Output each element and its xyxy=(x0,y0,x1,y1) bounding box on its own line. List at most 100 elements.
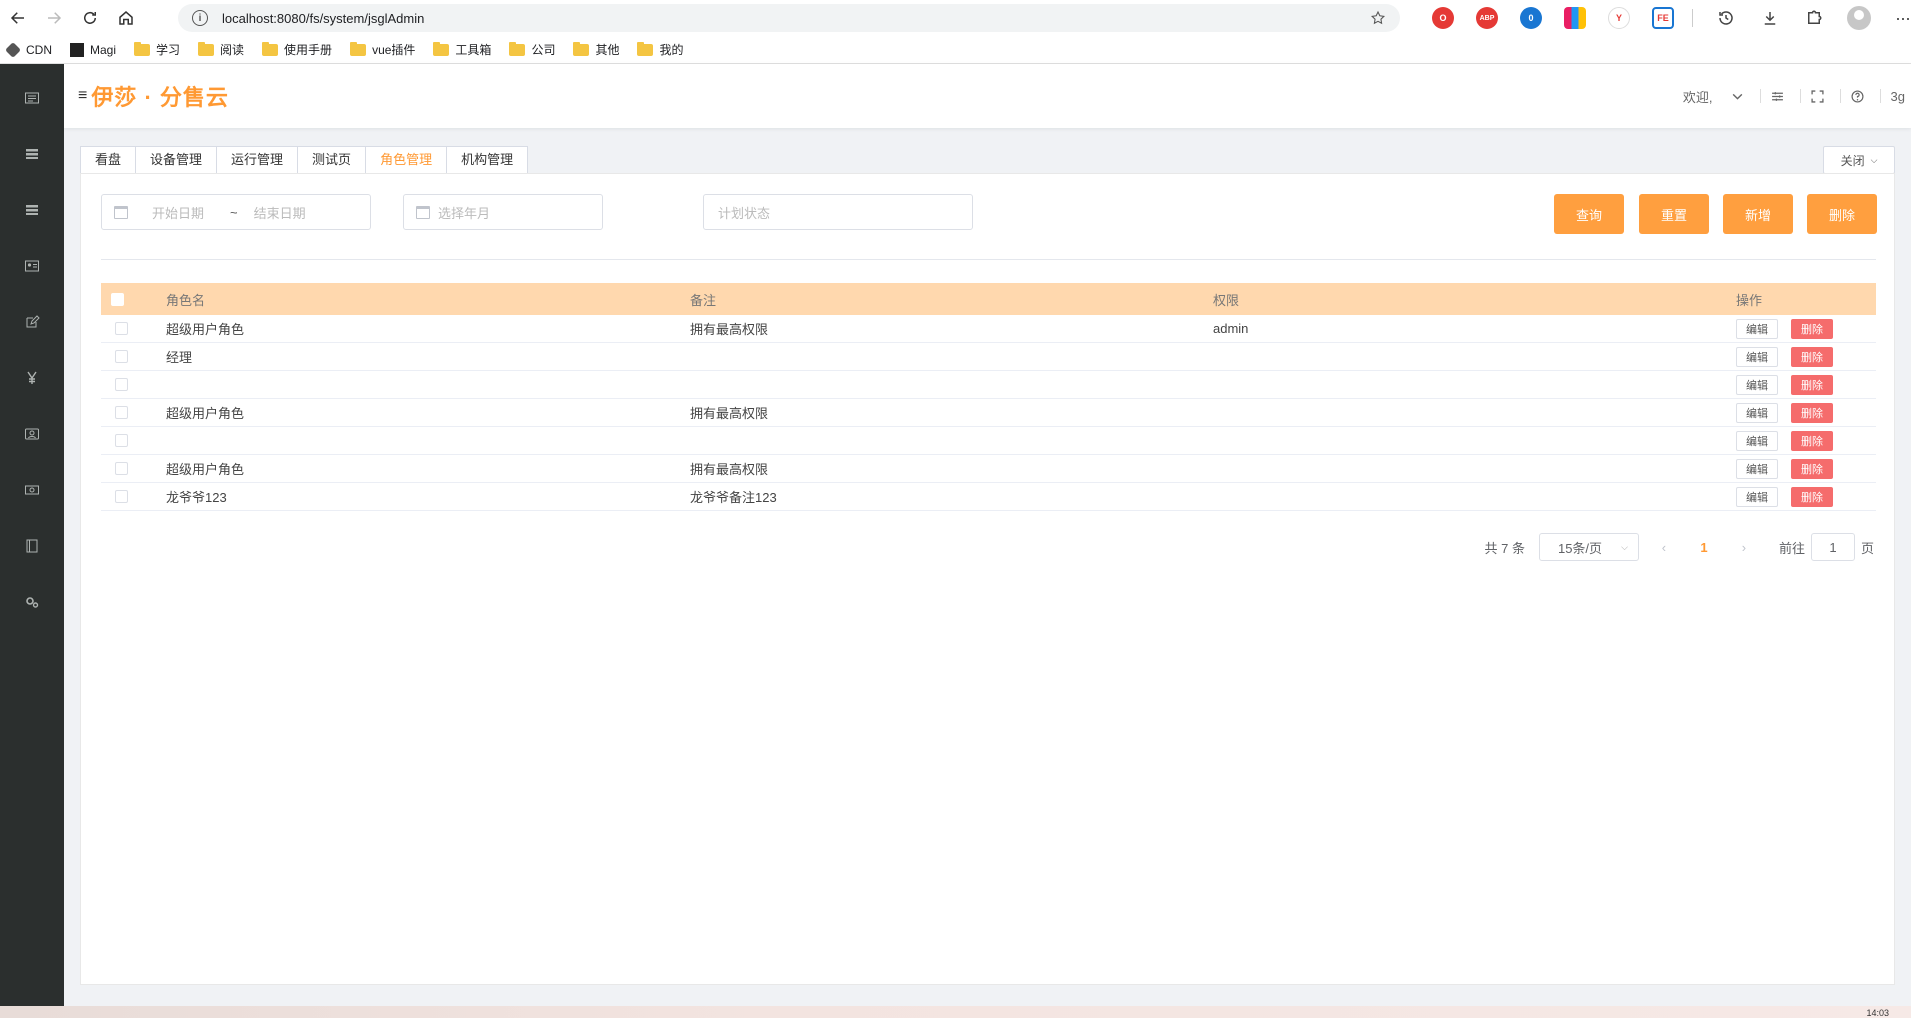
reset-button[interactable]: 重置 xyxy=(1639,194,1709,234)
extensions-button[interactable] xyxy=(1803,7,1825,29)
history-button[interactable] xyxy=(1715,7,1737,29)
bookmark-folder[interactable]: 我的 xyxy=(637,41,683,58)
row-select-cell xyxy=(111,399,128,426)
edit-button[interactable]: 编辑 xyxy=(1736,430,1778,451)
bookmark-folder[interactable]: vue插件 xyxy=(350,41,415,58)
tab-device-management[interactable]: 设备管理 xyxy=(136,146,218,174)
reload-button[interactable] xyxy=(72,0,108,36)
sidebar-item-settings[interactable] xyxy=(0,574,64,630)
bookmark-folder[interactable]: 阅读 xyxy=(198,41,244,58)
profile-avatar[interactable] xyxy=(1847,6,1871,30)
next-page-button[interactable]: › xyxy=(1729,540,1759,555)
delete-button[interactable]: 删除 xyxy=(1791,402,1833,423)
sidebar-item-book[interactable] xyxy=(0,518,64,574)
home-button[interactable] xyxy=(108,0,144,36)
prev-page-button[interactable]: ‹ xyxy=(1649,540,1679,555)
goto-page-input[interactable]: 1 xyxy=(1810,533,1855,561)
opera-extension-icon[interactable]: O xyxy=(1432,7,1454,29)
close-tabs-dropdown[interactable]: 关闭 ⌵ xyxy=(1823,146,1895,174)
edit-button[interactable]: 编辑 xyxy=(1736,402,1778,423)
sidebar-item-edit[interactable] xyxy=(0,294,64,350)
home-icon xyxy=(119,11,133,25)
newspaper-icon xyxy=(25,92,39,104)
tab-org-management[interactable]: 机构管理 xyxy=(447,146,529,174)
sidebar-item-list[interactable] xyxy=(0,126,64,182)
edit-button[interactable]: 编辑 xyxy=(1736,458,1778,479)
bookmark-folder[interactable]: 工具箱 xyxy=(433,41,491,58)
table-row: 龙爷爷123 龙爷爷备注123 编辑 删除 xyxy=(101,483,1876,511)
sidebar-item-finance[interactable] xyxy=(0,350,64,406)
more-menu-icon[interactable]: ··· xyxy=(1895,8,1911,29)
edit-button[interactable]: 编辑 xyxy=(1736,318,1778,339)
back-button[interactable] xyxy=(0,0,36,36)
row-checkbox[interactable] xyxy=(115,462,128,475)
bookmark-folder[interactable]: 使用手册 xyxy=(262,41,332,58)
row-checkbox[interactable] xyxy=(115,490,128,503)
delete-button[interactable]: 删除 xyxy=(1791,458,1833,479)
sidebar-item-money[interactable] xyxy=(0,462,64,518)
fullscreen-button[interactable] xyxy=(1810,89,1824,103)
delete-button[interactable]: 删除 xyxy=(1791,374,1833,395)
page-tabs: 看盘 设备管理 运行管理 测试页 角色管理 机构管理 xyxy=(80,146,529,174)
batch-delete-button[interactable]: 删除 xyxy=(1807,194,1877,234)
delete-button[interactable]: 删除 xyxy=(1791,486,1833,507)
month-picker[interactable]: 选择年月 xyxy=(403,194,603,230)
color-extension-icon[interactable] xyxy=(1564,7,1586,29)
header-note: 备注 xyxy=(690,292,717,308)
y-extension-icon[interactable]: Y xyxy=(1608,7,1630,29)
page-size-select[interactable]: 15条/页 ⌵ xyxy=(1538,533,1639,561)
delete-button[interactable]: 删除 xyxy=(1791,346,1833,367)
bookmark-folder[interactable]: 公司 xyxy=(509,41,555,58)
delete-button[interactable]: 删除 xyxy=(1791,318,1833,339)
fe-extension-icon[interactable]: FE xyxy=(1652,7,1674,29)
settings-button[interactable] xyxy=(1771,90,1784,103)
info-icon[interactable]: i xyxy=(192,10,208,26)
note-cell: 拥有最高权限 xyxy=(690,462,769,477)
folder-icon xyxy=(433,41,450,56)
help-button[interactable] xyxy=(1851,89,1864,103)
tab-dashboard[interactable]: 看盘 xyxy=(80,146,137,174)
query-button[interactable]: 查询 xyxy=(1554,194,1624,234)
bookmark-magi[interactable]: Magi xyxy=(70,42,116,57)
downloads-button[interactable] xyxy=(1759,7,1781,29)
edit-button[interactable]: 编辑 xyxy=(1736,486,1778,507)
adblock-extension-icon[interactable]: ABP xyxy=(1476,7,1498,29)
row-checkbox[interactable] xyxy=(115,322,128,335)
tab-role-management[interactable]: 角色管理 xyxy=(366,146,448,174)
sidebar-item-user-card[interactable] xyxy=(0,406,64,462)
plan-status-select[interactable]: 计划状态 xyxy=(703,194,973,230)
add-button[interactable]: 新增 xyxy=(1723,194,1793,234)
date-range-picker[interactable]: 开始日期 ~ 结束日期 xyxy=(101,194,371,230)
select-all-checkbox[interactable] xyxy=(111,292,124,306)
menu-toggle-icon[interactable]: ≡ xyxy=(78,87,87,105)
edit-button[interactable]: 编辑 xyxy=(1736,346,1778,367)
edit-button[interactable]: 编辑 xyxy=(1736,374,1778,395)
header-separator xyxy=(1759,89,1761,103)
forward-button[interactable] xyxy=(36,0,72,36)
tab-test-page[interactable]: 测试页 xyxy=(298,146,367,174)
bookmark-folder[interactable]: 学习 xyxy=(134,41,180,58)
tab-operation-management[interactable]: 运行管理 xyxy=(217,146,299,174)
row-checkbox[interactable] xyxy=(115,350,128,363)
address-bar[interactable]: i localhost:8080/fs/system/jsglAdmin xyxy=(178,4,1400,32)
row-checkbox[interactable] xyxy=(115,406,128,419)
bookmark-cdn[interactable]: CDN xyxy=(5,41,52,58)
sidebar-item-id-card[interactable] xyxy=(0,238,64,294)
money-icon xyxy=(25,485,39,495)
row-checkbox[interactable] xyxy=(115,378,128,391)
delete-button[interactable]: 删除 xyxy=(1791,430,1833,451)
folder-icon xyxy=(198,41,215,56)
row-checkbox[interactable] xyxy=(115,434,128,447)
end-date-placeholder: 结束日期 xyxy=(253,205,306,221)
welcome-dropdown[interactable]: 欢迎, xyxy=(1683,87,1744,106)
sidebar-item-list-2[interactable] xyxy=(0,182,64,238)
bookmark-folder[interactable]: 其他 xyxy=(573,41,619,58)
user-name[interactable]: 3g xyxy=(1891,89,1905,104)
page-number-current[interactable]: 1 xyxy=(1689,540,1719,555)
magi-icon xyxy=(70,42,84,57)
badge-extension-icon[interactable]: 0 xyxy=(1520,7,1542,29)
bookmark-star-icon[interactable] xyxy=(1370,10,1386,26)
header-separator xyxy=(1839,89,1841,103)
sidebar-item-dashboard[interactable] xyxy=(0,70,64,126)
total-count: 共 7 条 xyxy=(1484,540,1525,556)
